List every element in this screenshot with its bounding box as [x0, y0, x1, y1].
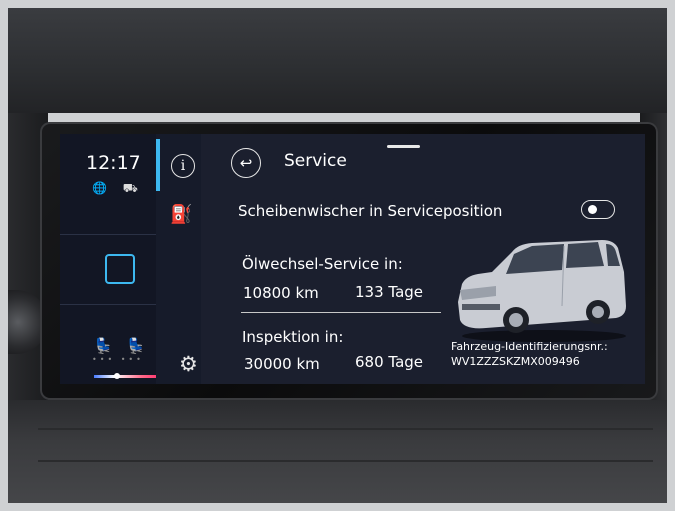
connectivity-icon: 🌐 ⛟: [92, 181, 144, 195]
oil-service-label: Ölwechsel-Service in:: [242, 255, 403, 273]
temperature-slider-handle[interactable]: [114, 373, 120, 379]
seat-heating-icon[interactable]: 💺💺: [94, 337, 159, 355]
info-icon[interactable]: i: [171, 154, 195, 178]
toggle-knob: [588, 205, 597, 214]
page-indicator: [387, 145, 420, 148]
inspection-label: Inspektion in:: [242, 328, 344, 346]
back-button[interactable]: ↩: [231, 148, 261, 178]
home-button[interactable]: [105, 254, 135, 284]
inspection-km: 30000 km: [244, 355, 320, 373]
infotainment-screen: 12:17 🌐 ⛟ 💺💺 ••• ••• i ⛽ ⚙ ↩ Service Sch…: [60, 134, 645, 384]
vin-label: Fahrzeug-Identifizierungsnr.:: [451, 340, 608, 353]
wiper-service-label: Scheibenwischer in Serviceposition: [238, 202, 503, 220]
settings-gear-icon[interactable]: ⚙: [179, 352, 198, 376]
vent-line: [38, 460, 653, 462]
seat-heating-level: ••• •••: [92, 355, 144, 364]
divider: [60, 234, 156, 235]
fuel-service-icon[interactable]: ⛽: [170, 204, 192, 225]
divider: [60, 304, 156, 305]
wiper-service-toggle[interactable]: [581, 200, 615, 219]
section-divider: [241, 312, 441, 313]
oil-service-days: 133 Tage: [355, 283, 424, 301]
inspection-days: 680 Tage: [355, 353, 424, 371]
vehicle-image: [458, 240, 626, 342]
vent-line: [38, 428, 653, 430]
oil-service-km: 10800 km: [243, 284, 319, 302]
active-tab-marker: [156, 139, 160, 191]
dashboard-top: [8, 8, 667, 113]
dashboard-bottom: [8, 400, 667, 503]
temperature-slider[interactable]: [94, 375, 162, 378]
vin-value: WV1ZZZSKZMX009496: [451, 355, 580, 368]
clock: 12:17: [86, 152, 141, 174]
page-title: Service: [284, 151, 347, 171]
